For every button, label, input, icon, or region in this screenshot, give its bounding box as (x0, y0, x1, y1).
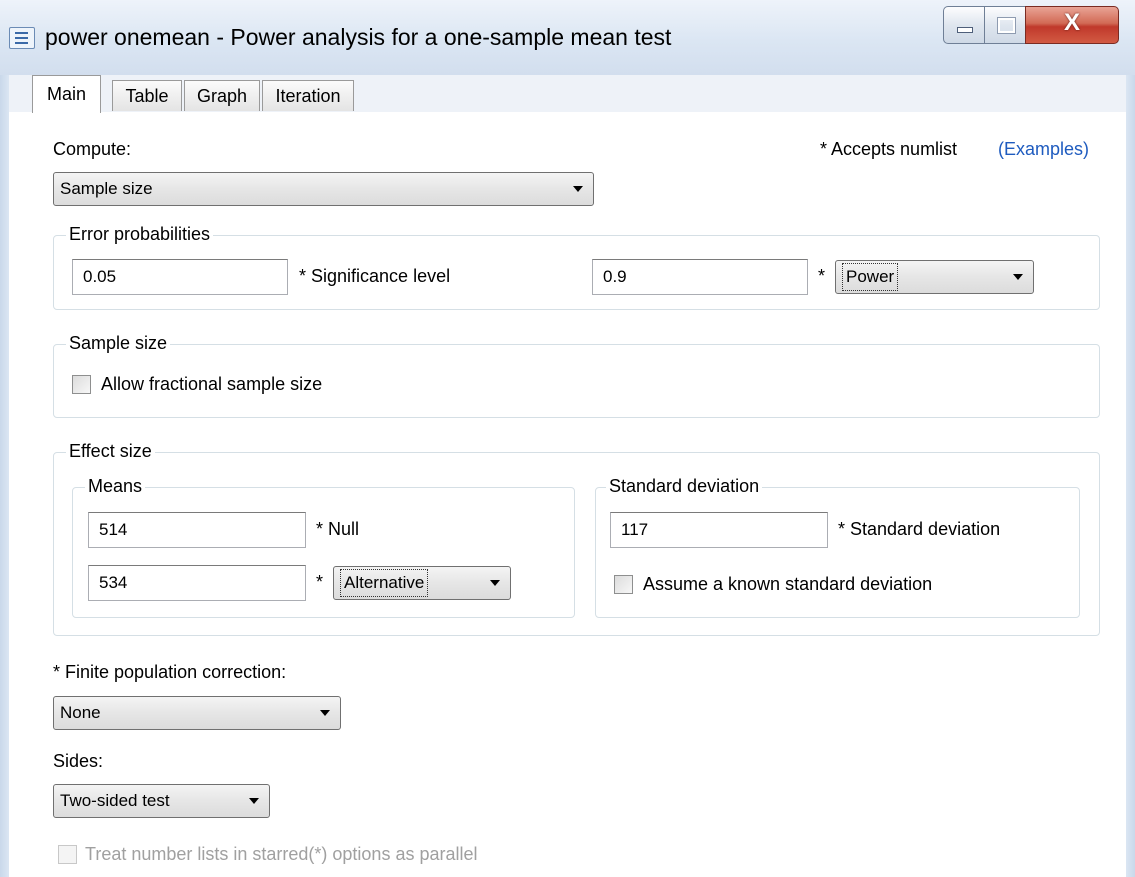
alternative-mean-input[interactable]: 534 (88, 565, 306, 601)
sides-label: Sides: (53, 751, 104, 771)
examples-link[interactable]: (Examples) (998, 139, 1089, 160)
sides-select[interactable]: Two-sided test (53, 784, 270, 818)
chevron-down-icon (1013, 274, 1023, 280)
chevron-down-icon (320, 710, 330, 716)
effect-size-title: Effect size (66, 441, 155, 462)
app-icon[interactable] (9, 27, 35, 49)
significance-level-input[interactable]: 0.05 (72, 259, 288, 295)
standard-deviation-group (595, 487, 1080, 618)
caption-buttons: X (943, 6, 1119, 44)
sample-size-title: Sample size (66, 333, 171, 354)
significance-level-label: * Significance level (299, 266, 451, 286)
alternative-select[interactable]: Alternative (333, 566, 511, 600)
close-button[interactable]: X (1025, 6, 1119, 44)
power-input[interactable]: 0.9 (592, 259, 808, 295)
numlist-note: * Accepts numlist (820, 139, 958, 159)
standard-deviation-input[interactable]: 117 (610, 512, 828, 548)
power-star: * (818, 266, 826, 286)
known-std-dev-checkbox[interactable] (614, 575, 633, 594)
compute-select[interactable]: Sample size (53, 172, 594, 206)
fractional-sample-size-label: Allow fractional sample size (101, 374, 323, 394)
fpc-select[interactable]: None (53, 696, 341, 730)
compute-select-value: Sample size (60, 179, 153, 198)
tab-graph[interactable]: Graph (184, 80, 260, 111)
alternative-star: * (316, 572, 324, 592)
chevron-down-icon (249, 798, 259, 804)
window-border-right (1126, 75, 1135, 877)
standard-deviation-label: * Standard deviation (838, 519, 1001, 539)
null-mean-label: * Null (316, 519, 360, 539)
compute-label: Compute: (53, 139, 132, 159)
standard-deviation-title: Standard deviation (606, 476, 763, 497)
power-select-value: Power (842, 263, 899, 291)
parallel-checkbox[interactable] (58, 845, 77, 864)
fpc-select-value: None (60, 703, 101, 722)
power-select[interactable]: Power (835, 260, 1034, 294)
chevron-down-icon (573, 186, 583, 192)
window-border-left (0, 75, 9, 877)
fpc-label: * Finite population correction: (53, 662, 287, 682)
fractional-sample-size-checkbox[interactable] (72, 375, 91, 394)
known-std-dev-label: Assume a known standard deviation (643, 574, 933, 594)
close-icon: X (1063, 9, 1080, 36)
minimize-icon (957, 27, 973, 33)
maximize-icon (997, 17, 1016, 34)
window-title: power onemean - Power analysis for a one… (45, 24, 672, 50)
error-probabilities-title: Error probabilities (66, 224, 214, 245)
null-mean-input[interactable]: 514 (88, 512, 306, 548)
tab-table[interactable]: Table (112, 80, 182, 111)
maximize-button[interactable] (984, 6, 1026, 44)
sides-select-value: Two-sided test (60, 791, 170, 810)
chevron-down-icon (490, 580, 500, 586)
tab-main[interactable]: Main (32, 75, 101, 113)
minimize-button[interactable] (943, 6, 985, 44)
alternative-select-value: Alternative (340, 569, 429, 597)
means-title: Means (85, 476, 146, 497)
parallel-label: Treat number lists in starred(*) options… (85, 844, 478, 864)
tab-iteration[interactable]: Iteration (262, 80, 354, 111)
